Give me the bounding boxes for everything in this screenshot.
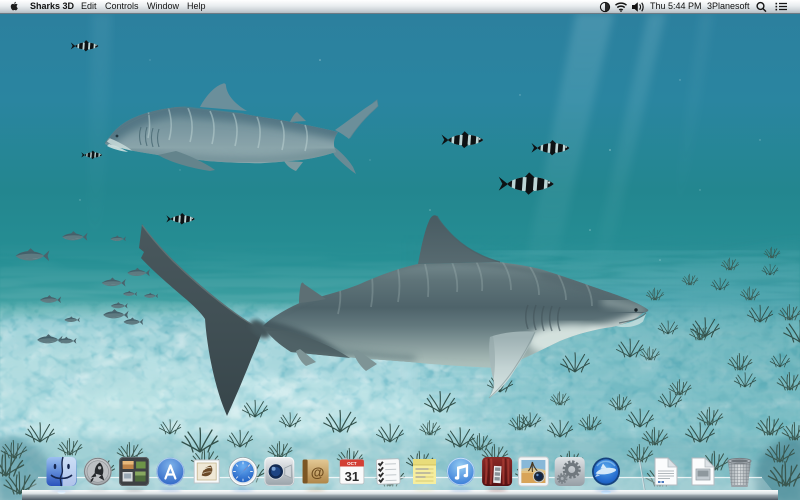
svg-text:31: 31	[345, 469, 359, 484]
svg-text:@: @	[311, 464, 325, 480]
svg-text:OCT: OCT	[347, 461, 357, 466]
